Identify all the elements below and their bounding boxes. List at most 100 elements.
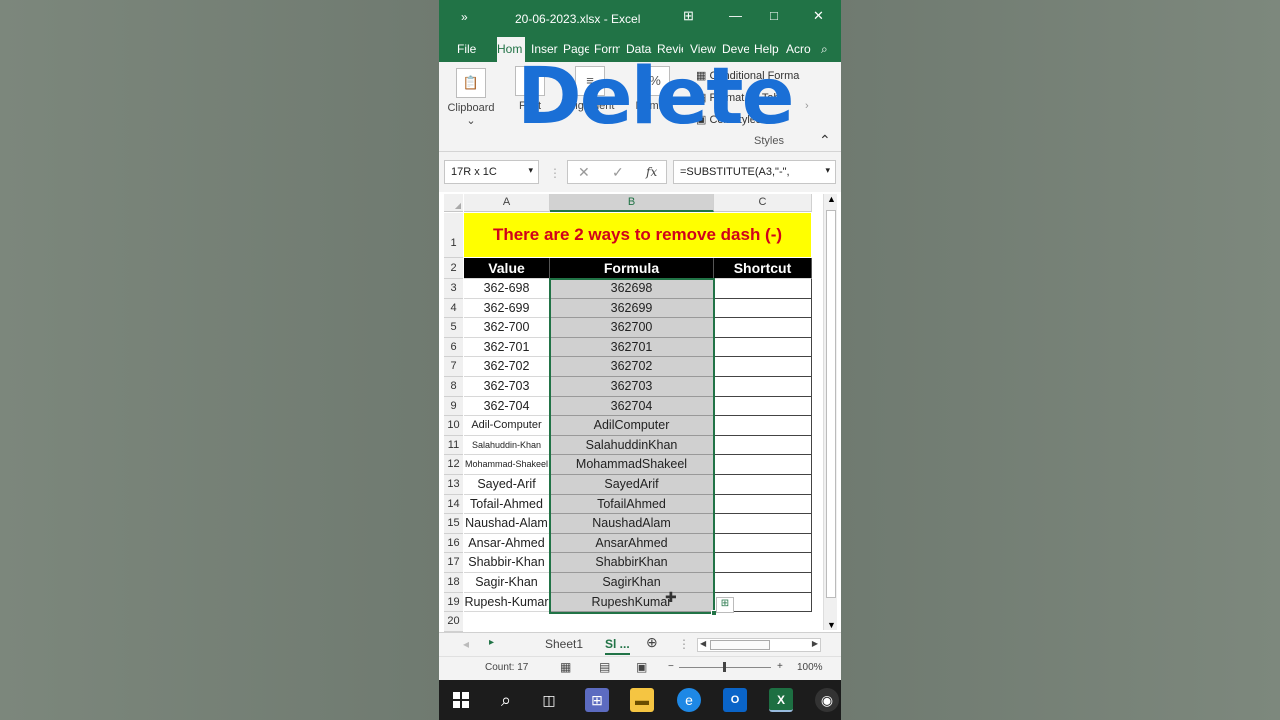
formula-input[interactable]: =SUBSTITUTE(A3,"-", ▾ [673, 160, 836, 184]
header-shortcut-cell[interactable]: Shortcut [714, 258, 812, 279]
header-value-cell[interactable]: Value [464, 258, 550, 279]
shortcut-cell[interactable] [714, 337, 812, 358]
row-header[interactable]: 17 [444, 553, 463, 573]
row-header[interactable]: 4 [444, 298, 463, 319]
quick-access-icon[interactable]: » [461, 10, 468, 24]
row-header[interactable]: 12 [444, 455, 463, 475]
formula-cell[interactable]: TofailAhmed [550, 494, 714, 515]
name-box-dropdown-icon[interactable]: ▾ [528, 165, 533, 176]
formula-cell[interactable]: SalahuddinKhan [550, 435, 714, 456]
formula-cell[interactable]: NaushadAlam [550, 514, 714, 534]
row-header[interactable]: 6 [444, 337, 463, 358]
calculator-icon[interactable]: ⊞ [585, 688, 609, 712]
row-header[interactable]: 19 [444, 592, 463, 613]
formula-cell[interactable]: MohammadShakeel [550, 455, 714, 475]
app-recorder-icon[interactable]: ◉ [815, 688, 839, 712]
tab-file[interactable]: File [457, 42, 476, 56]
value-cell[interactable]: Naushad-Alam [464, 514, 550, 534]
shortcut-cell[interactable] [714, 455, 812, 475]
edge-browser-icon[interactable]: e [677, 688, 701, 712]
row-header[interactable]: 1 [444, 213, 463, 258]
ribbon-display-icon[interactable]: ⊞ [683, 8, 694, 24]
value-cell[interactable]: 362-699 [464, 298, 550, 319]
insert-function-icon[interactable]: fx [646, 165, 657, 179]
shortcut-cell[interactable] [714, 573, 812, 593]
scroll-down-icon[interactable]: ▼ [827, 620, 836, 630]
value-cell[interactable]: 362-698 [464, 279, 550, 299]
row-header[interactable]: 18 [444, 573, 463, 593]
shortcut-cell[interactable] [714, 318, 812, 338]
row-header[interactable]: 7 [444, 357, 463, 377]
shortcut-cell[interactable] [714, 298, 812, 319]
outlook-icon[interactable]: O [723, 688, 747, 712]
shortcut-cell[interactable] [714, 416, 812, 436]
column-header-a[interactable]: A [464, 194, 550, 212]
row-header[interactable]: 3 [444, 279, 463, 299]
value-cell[interactable]: 362-703 [464, 377, 550, 397]
shortcut-cell[interactable] [714, 435, 812, 456]
formula-cell[interactable]: 362704 [550, 396, 714, 417]
clipboard-group[interactable]: 📋 Clipboard ⌄ [445, 68, 497, 127]
row-header[interactable]: 8 [444, 377, 463, 397]
select-all-corner[interactable]: ◢ [444, 194, 463, 212]
shortcut-cell[interactable] [714, 279, 812, 299]
page-break-icon[interactable]: ▣ [636, 660, 647, 674]
value-cell[interactable]: 362-700 [464, 318, 550, 338]
ribbon-scroll-right-icon[interactable]: › [805, 100, 809, 112]
scroll-up-icon[interactable]: ▲ [827, 194, 836, 204]
cancel-icon[interactable]: ✕ [578, 164, 590, 181]
scroll-left-icon[interactable]: ◀ [700, 639, 706, 648]
row-header[interactable]: 15 [444, 514, 463, 534]
formula-cell[interactable]: ShabbirKhan [550, 553, 714, 573]
value-cell[interactable]: 362-701 [464, 337, 550, 358]
add-sheet-icon[interactable]: ⊕ [646, 634, 658, 651]
zoom-slider-thumb[interactable] [723, 662, 726, 672]
value-cell[interactable]: 362-702 [464, 357, 550, 377]
vertical-scroll-thumb[interactable] [826, 210, 836, 598]
formula-cell[interactable]: AnsarAhmed [550, 533, 714, 554]
row-header[interactable]: 13 [444, 475, 463, 495]
zoom-out-icon[interactable]: − [668, 661, 674, 672]
value-cell[interactable]: Salahuddin-Khan [464, 435, 550, 456]
shortcut-cell[interactable] [714, 475, 812, 495]
shortcut-cell[interactable] [714, 533, 812, 554]
task-view-icon[interactable]: ◫ [537, 688, 561, 712]
row-header[interactable]: 16 [444, 533, 463, 554]
value-cell[interactable]: 362-704 [464, 396, 550, 417]
sheet-title-cell[interactable]: There are 2 ways to remove dash (-) [464, 213, 811, 257]
expand-formula-icon[interactable]: ▾ [825, 165, 830, 176]
formula-cell[interactable]: 362698 [550, 279, 714, 299]
zoom-slider[interactable] [679, 662, 771, 672]
excel-taskbar-icon[interactable]: X [769, 688, 793, 712]
search-icon[interactable]: ⌕ [494, 688, 518, 712]
formula-cell[interactable]: AdilComputer [550, 416, 714, 436]
enter-icon[interactable]: ✓ [612, 164, 624, 181]
row-header[interactable]: 2 [444, 258, 463, 279]
value-cell[interactable]: Sagir-Khan [464, 573, 550, 593]
formula-cell[interactable]: RupeshKumar [550, 592, 714, 613]
row-header[interactable]: 14 [444, 494, 463, 515]
row-header[interactable]: 5 [444, 318, 463, 338]
name-box[interactable]: 17R x 1C ▾ [444, 160, 539, 184]
shortcut-cell[interactable] [714, 494, 812, 515]
tab-split-dots-icon[interactable]: ⋮ [678, 637, 690, 651]
formula-cell[interactable]: SagirKhan [550, 573, 714, 593]
vertical-scrollbar[interactable]: ▲ ▼ [823, 194, 837, 630]
formula-cell[interactable]: 362702 [550, 357, 714, 377]
file-explorer-icon[interactable]: ▬ [630, 688, 654, 712]
shortcut-cell[interactable] [714, 514, 812, 534]
shortcut-cell[interactable] [714, 357, 812, 377]
horizontal-scroll-thumb[interactable] [710, 640, 770, 650]
zoom-in-icon[interactable]: + [777, 661, 783, 672]
value-cell[interactable]: Ansar-Ahmed [464, 533, 550, 554]
formula-cell[interactable]: 362699 [550, 298, 714, 319]
shortcut-cell[interactable] [714, 377, 812, 397]
horizontal-scrollbar[interactable]: ◀ ▶ [697, 638, 821, 652]
row-header[interactable]: 11 [444, 435, 463, 456]
value-cell[interactable]: Adil-Computer [464, 416, 550, 436]
windows-start-icon[interactable] [449, 688, 473, 712]
value-cell[interactable]: Sayed-Arif [464, 475, 550, 495]
quick-analysis-icon[interactable]: ⊞ [716, 597, 734, 613]
formula-cell[interactable]: 362700 [550, 318, 714, 338]
page-layout-icon[interactable]: ▤ [599, 660, 610, 674]
